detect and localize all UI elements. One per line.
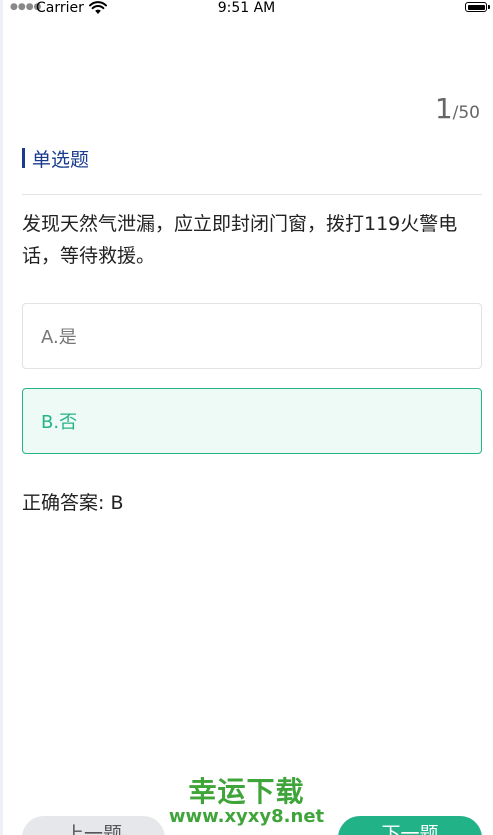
quiz-screen: ●●●● Carrier 9:51 AM 1/50 单选题 发现天然气泄漏，应立… <box>0 0 493 835</box>
status-bar: ●●●● Carrier 9:51 AM <box>0 0 493 18</box>
question-type-marker <box>22 148 25 168</box>
correct-answer: 正确答案: B <box>22 492 124 514</box>
window-edge <box>0 0 3 835</box>
question-type: 单选题 <box>22 146 90 171</box>
divider <box>22 194 482 195</box>
status-time: 9:51 AM <box>217 0 276 16</box>
question-counter: 1/50 <box>435 92 480 125</box>
total-questions: /50 <box>452 103 480 123</box>
watermark-title: 幸运下载 <box>188 775 305 808</box>
option-b[interactable]: B.否 <box>22 388 482 454</box>
current-question-number: 1 <box>434 92 453 125</box>
battery-icon <box>465 2 487 12</box>
option-a[interactable]: A.是 <box>22 303 482 369</box>
question-type-label: 单选题 <box>32 148 90 171</box>
option-a-label: A.是 <box>41 327 77 348</box>
question-text: 发现天然气泄漏，应立即封闭门窗，拨打119火警电话，等待救援。 <box>22 213 458 267</box>
watermark-url: www.xyxy8.net <box>168 806 325 827</box>
battery-nub <box>488 5 490 9</box>
option-b-label: B.否 <box>41 412 78 433</box>
